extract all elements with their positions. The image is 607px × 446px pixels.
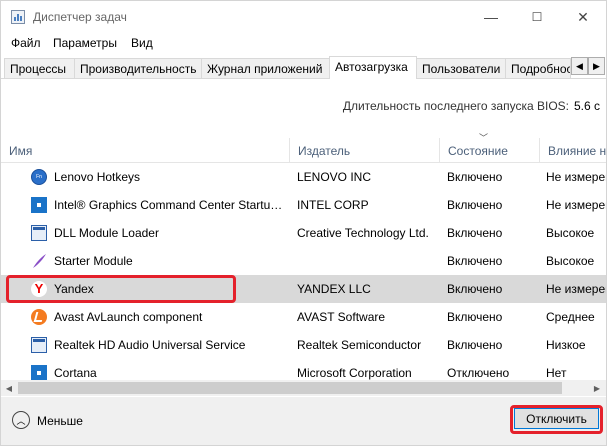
row-status: Отключено [447, 366, 510, 380]
tab-processes[interactable]: Процессы [4, 58, 75, 78]
table-row[interactable]: Cortana Microsoft Corporation Отключено … [1, 359, 606, 381]
bios-time-label: Длительность последнего запуска BIOS: [342, 99, 569, 113]
chevron-up-icon[interactable]: ︿ [12, 411, 30, 429]
row-status: Включено [447, 282, 503, 296]
disable-button-highlight-box [510, 405, 603, 434]
creative-feather-icon [33, 254, 46, 268]
row-publisher: Creative Technology Ltd. [297, 226, 429, 240]
row-publisher [297, 247, 437, 275]
intel-graphics-icon [31, 197, 47, 213]
row-publisher: LENOVO INC [297, 170, 372, 184]
row-status: Включено [447, 254, 503, 268]
table-row[interactable]: Intel® Graphics Command Center Startu… I… [1, 191, 606, 219]
window-app-icon [31, 337, 47, 353]
startup-table: Fn Lenovo Hotkeys LENOVO INC Включено Не… [1, 163, 606, 381]
task-manager-window: Диспетчер задач — ☐ ✕ Файл Параметры Вид… [0, 0, 607, 446]
task-manager-app-icon [11, 10, 25, 24]
row-name: Starter Module [54, 254, 133, 268]
tab-scroll-left-icon[interactable]: ◀ [571, 57, 588, 75]
row-status: Включено [447, 226, 503, 240]
table-header: Имя Издатель Состояние Влияние на запуск [1, 138, 606, 163]
table-row[interactable]: Realtek HD Audio Universal Service Realt… [1, 331, 606, 359]
row-status: Включено [447, 198, 503, 212]
tab-app-history[interactable]: Журнал приложений [201, 58, 330, 78]
row-status: Включено [447, 338, 503, 352]
scroll-left-icon[interactable]: ◀ [1, 380, 17, 396]
table-row[interactable]: DLL Module Loader Creative Technology Lt… [1, 219, 606, 247]
row-status: Включено [447, 310, 503, 324]
row-name: Cortana [54, 366, 97, 380]
row-status: Включено [447, 170, 503, 184]
tab-startup[interactable]: Автозагрузка [329, 56, 417, 79]
title-bar: Диспетчер задач — ☐ ✕ [1, 1, 606, 33]
scrollbar-thumb[interactable] [18, 382, 562, 394]
bios-time-value: 5.6 с [574, 99, 601, 113]
tab-scroll-right-icon[interactable]: ▶ [588, 57, 605, 75]
tab-users[interactable]: Пользователи [416, 58, 506, 78]
row-impact: Высокое [546, 226, 595, 240]
column-name[interactable]: Имя [1, 138, 290, 162]
horizontal-scrollbar[interactable]: ◀ ▶ [1, 380, 606, 396]
column-impact[interactable]: Влияние на запуск [540, 138, 606, 162]
row-impact: Среднее [546, 310, 595, 324]
tab-details[interactable]: Подробности [505, 58, 571, 78]
row-impact: Не измерено [546, 282, 606, 296]
row-impact: Не измерено [546, 170, 606, 184]
window-app-icon [31, 225, 47, 241]
table-row[interactable]: Avast AvLaunch component AVAST Software … [1, 303, 606, 331]
maximize-button[interactable]: ☐ [514, 1, 560, 33]
table-row[interactable]: Fn Lenovo Hotkeys LENOVO INC Включено Не… [1, 163, 606, 191]
row-name: Lenovo Hotkeys [54, 170, 141, 184]
row-name: Avast AvLaunch component [54, 310, 203, 324]
yandex-highlight-box [6, 275, 236, 303]
lenovo-hotkeys-icon: Fn [31, 169, 47, 185]
avast-icon [31, 309, 47, 325]
row-publisher: AVAST Software [297, 310, 386, 324]
column-publisher[interactable]: Издатель [290, 138, 440, 162]
row-name: Intel® Graphics Command Center Startu… [54, 198, 283, 212]
window-title: Диспетчер задач [33, 10, 127, 24]
menu-options[interactable]: Параметры [53, 36, 117, 50]
close-button[interactable]: ✕ [560, 1, 606, 33]
row-impact: Нет [546, 366, 567, 380]
column-status[interactable]: Состояние [440, 138, 540, 162]
table-row[interactable]: Starter Module Включено Высокое [1, 247, 606, 275]
row-name: DLL Module Loader [54, 226, 159, 240]
row-impact: Низкое [546, 338, 586, 352]
menu-file[interactable]: Файл [11, 36, 41, 50]
row-name: Realtek HD Audio Universal Service [54, 338, 246, 352]
tab-strip: Процессы Производительность Журнал прило… [1, 56, 606, 79]
row-publisher: INTEL CORP [297, 198, 369, 212]
cortana-icon [31, 365, 47, 381]
row-publisher: Microsoft Corporation [297, 366, 412, 380]
row-impact: Не измерено [546, 198, 606, 212]
tab-performance[interactable]: Производительность [74, 58, 202, 78]
menu-view[interactable]: Вид [131, 36, 153, 50]
less-details-link[interactable]: Меньше [37, 414, 83, 428]
row-impact: Высокое [546, 254, 595, 268]
row-publisher: Realtek Semiconductor [297, 338, 422, 352]
minimize-button[interactable]: — [468, 1, 514, 33]
row-publisher: YANDEX LLC [297, 282, 371, 296]
scroll-right-icon[interactable]: ▶ [589, 380, 605, 396]
